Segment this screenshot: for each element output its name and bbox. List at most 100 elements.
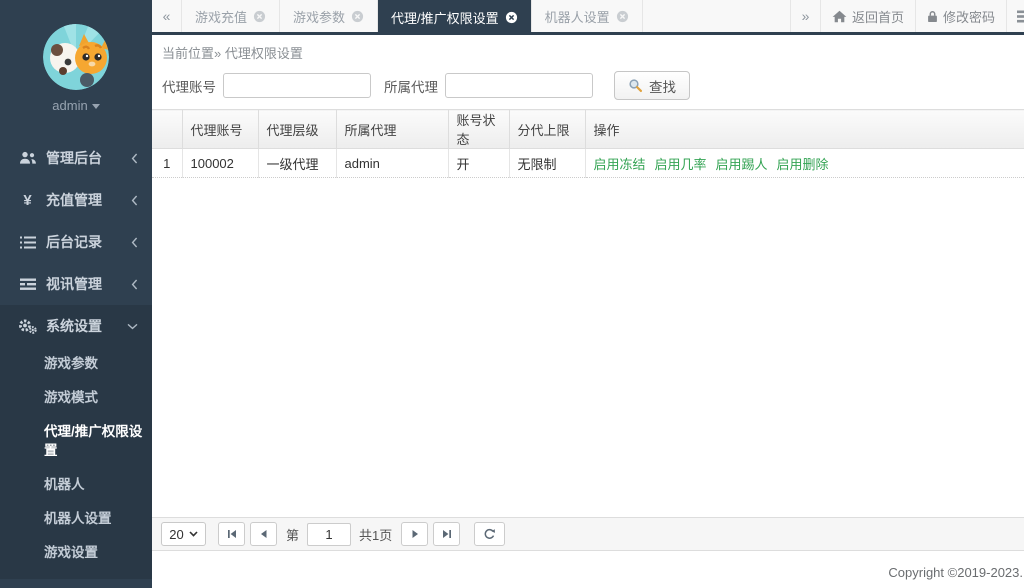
breadcrumb-current: 代理权限设置 — [224, 46, 303, 61]
close-icon[interactable] — [253, 10, 266, 23]
enable-kick-link[interactable]: 启用踢人 — [716, 157, 768, 172]
tab-label: 游戏充值 — [195, 9, 248, 25]
sidebar-item-backend-records[interactable]: 后台记录 — [0, 221, 152, 263]
username-label: admin — [52, 98, 88, 113]
cell-parent-agent: admin — [336, 148, 449, 178]
sidebar-item-admin-backend[interactable]: 管理后台 — [0, 137, 152, 179]
page-prefix-label: 第 — [286, 527, 300, 543]
close-icon[interactable] — [351, 10, 364, 23]
hamburger-icon — [1017, 10, 1024, 23]
header-rownum — [152, 109, 183, 149]
submenu-item-robot[interactable]: 机器人 — [0, 468, 152, 502]
refresh-button[interactable] — [474, 522, 506, 546]
table-row[interactable]: 1 100002 一级代理 admin 开 无限制 启用冻结 启用几率 启用踢人 启用… — [152, 148, 1024, 178]
cell-agent-account: 100002 — [182, 148, 259, 178]
cell-account-status: 开 — [448, 148, 510, 178]
avatar — [43, 24, 109, 90]
first-page-button[interactable] — [218, 522, 245, 546]
yen-icon: ¥ — [23, 191, 32, 209]
chevron-left-icon — [131, 153, 138, 164]
page-number-input[interactable] — [307, 522, 352, 546]
close-icon[interactable] — [505, 11, 518, 24]
total-pages-label: 共1页 — [359, 527, 393, 543]
prev-page-button[interactable] — [250, 522, 277, 546]
tab-label: 代理/推广权限设置 — [391, 11, 499, 26]
page-size-value: 20 — [169, 526, 184, 542]
chevron-down-icon — [127, 323, 138, 330]
chevron-down-icon — [189, 531, 198, 537]
submenu-item-robot-settings[interactable]: 机器人设置 — [0, 502, 152, 536]
sidebar-group-system-settings: 系统设置 游戏参数 游戏模式 代理/推广权限设置 机器人 机器人设置 游戏设置 — [0, 305, 152, 579]
video-list-icon — [18, 278, 37, 291]
table-header-row: 代理账号 代理层级 所属代理 账号状态 分代上限 操作 — [152, 109, 1024, 149]
tab-game-recharge[interactable]: 游戏充值 — [182, 0, 281, 32]
agent-account-label: 代理账号 — [162, 79, 216, 95]
cell-actions: 启用冻结 启用几率 启用踢人 启用删除 — [585, 148, 1024, 178]
tab-bar: « 游戏充值 游戏参数 代理/推广权限设置 机器人设置 » 返回首页 修改密码 — [152, 0, 1024, 35]
sidebar-item-video-management[interactable]: 视讯管理 — [0, 263, 152, 305]
agent-account-input[interactable] — [223, 73, 371, 98]
header-parent-agent[interactable]: 所属代理 — [336, 109, 449, 149]
tab-robot-settings[interactable]: 机器人设置 — [532, 0, 643, 32]
sidebar-item-recharge[interactable]: ¥ 充值管理 — [0, 179, 152, 221]
enable-delete-link[interactable]: 启用删除 — [777, 157, 829, 172]
header-agent-account[interactable]: 代理账号 — [182, 109, 259, 149]
tabs-scroll-right-button[interactable]: » — [789, 0, 820, 32]
enable-odds-link[interactable]: 启用几率 — [655, 157, 707, 172]
app-screen: admin 管理后台 ¥ 充值管理 后台记录 视讯管理 系统设置 游戏参数 游戏… — [0, 0, 1024, 588]
header-account-status[interactable]: 账号状态 — [448, 109, 510, 149]
home-button[interactable]: 返回首页 — [819, 0, 915, 32]
submenu-item-game-mode[interactable]: 游戏模式 — [0, 381, 152, 415]
tabbar-spacer — [643, 0, 790, 32]
tabs-scroll-left-button[interactable]: « — [152, 0, 182, 32]
find-button[interactable]: 查找 — [614, 71, 690, 100]
sidebar-item-label: 后台记录 — [46, 234, 102, 250]
tab-label: 游戏参数 — [293, 9, 346, 25]
breadcrumb-prefix: 当前位置» — [162, 46, 222, 61]
search-icon — [628, 78, 643, 93]
gears-icon — [18, 318, 37, 334]
sidebar-item-label: 管理后台 — [46, 150, 102, 166]
user-dropdown[interactable]: admin — [0, 98, 152, 113]
search-form: 代理账号 所属代理 查找 — [152, 64, 1024, 109]
sidebar-item-label: 充值管理 — [46, 192, 102, 208]
sidebar: admin 管理后台 ¥ 充值管理 后台记录 视讯管理 系统设置 游戏参数 游戏… — [0, 0, 152, 588]
profile-block: admin — [0, 0, 152, 123]
sidebar-item-label: 视讯管理 — [46, 276, 102, 292]
tab-label: 机器人设置 — [544, 9, 610, 25]
sidebar-menu: 管理后台 ¥ 充值管理 后台记录 视讯管理 系统设置 游戏参数 游戏模式 代理/… — [0, 137, 152, 579]
tab-agent-permissions[interactable]: 代理/推广权限设置 — [378, 0, 532, 32]
next-page-button[interactable] — [401, 522, 429, 546]
find-button-label: 查找 — [649, 79, 676, 95]
submenu-item-agent-permissions[interactable]: 代理/推广权限设置 — [0, 415, 152, 467]
header-agent-level[interactable]: 代理层级 — [258, 109, 337, 149]
caret-down-icon — [91, 104, 100, 110]
page-size-select[interactable]: 20 — [161, 522, 206, 546]
password-label: 修改密码 — [942, 9, 995, 25]
change-password-button[interactable]: 修改密码 — [914, 0, 1006, 32]
tab-game-params[interactable]: 游戏参数 — [280, 0, 379, 32]
cell-rownum: 1 — [152, 148, 183, 178]
submenu-item-game-params[interactable]: 游戏参数 — [0, 347, 152, 381]
lock-icon — [927, 10, 938, 23]
header-generation-cap[interactable]: 分代上限 — [509, 109, 586, 149]
last-page-button[interactable] — [433, 522, 461, 546]
close-icon[interactable] — [616, 10, 629, 23]
cell-generation-cap: 无限制 — [509, 148, 586, 178]
list-icon — [18, 236, 37, 249]
enable-freeze-link[interactable]: 启用冻结 — [594, 157, 646, 172]
header-actions: 操作 — [585, 109, 1024, 149]
menu-list-button[interactable] — [1006, 0, 1024, 32]
copyright-text: Copyright ©2019-2023. — [888, 565, 1023, 580]
agents-table: 代理账号 代理层级 所属代理 账号状态 分代上限 操作 1 100002 一级代… — [152, 109, 1024, 178]
submenu-item-game-settings[interactable]: 游戏设置 — [0, 536, 152, 570]
cell-agent-level: 一级代理 — [258, 148, 337, 178]
sidebar-item-label: 系统设置 — [46, 318, 102, 334]
chevron-left-icon — [131, 279, 138, 290]
parent-agent-input[interactable] — [445, 73, 593, 98]
chevron-left-icon — [131, 237, 138, 248]
breadcrumb: 当前位置» 代理权限设置 — [152, 35, 1024, 64]
home-icon — [832, 10, 847, 23]
users-icon — [18, 151, 37, 165]
sidebar-item-system-settings[interactable]: 系统设置 — [0, 305, 152, 347]
